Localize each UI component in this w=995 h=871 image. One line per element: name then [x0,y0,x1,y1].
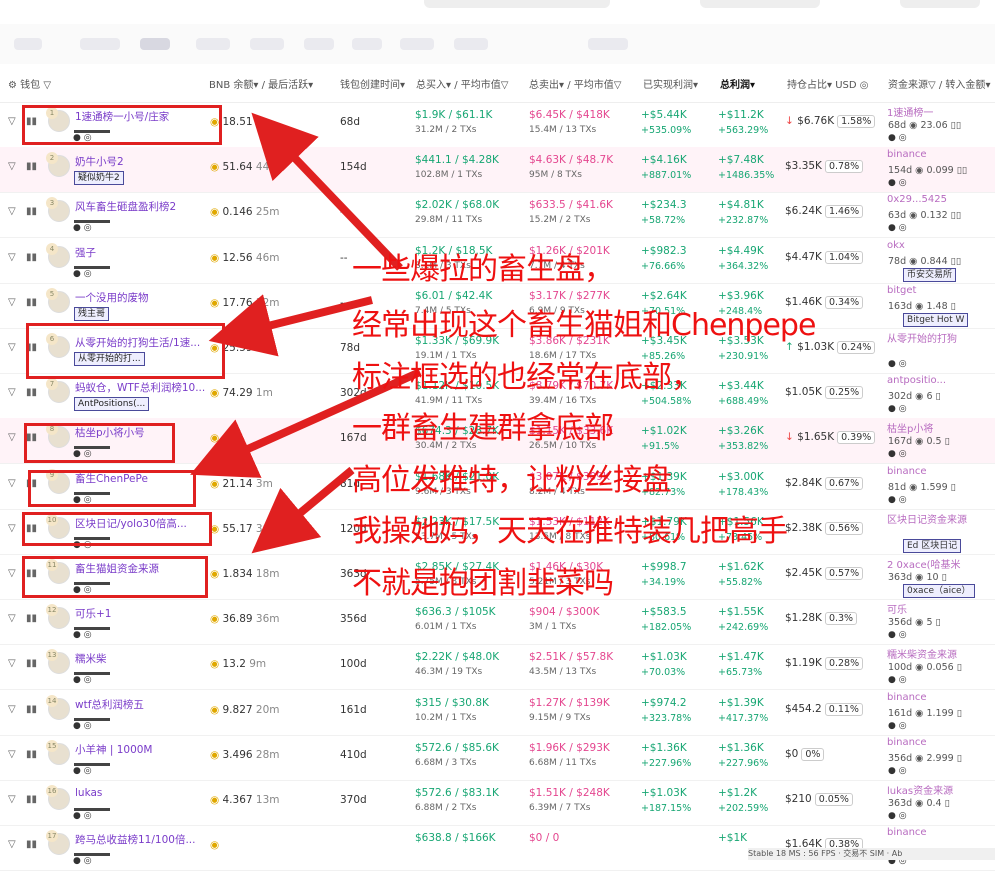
highlight-box-5 [22,512,212,546]
overlay-line-7: 不就是抱团割韭菜吗 [352,566,614,601]
overlay-line-6: 我操她妈，天天在推特装几把高手 [352,514,788,549]
status-bar: Stable 18 MS : 56 FPS · 交易不 SIM · Ab [748,848,995,860]
overlay-line-3: 标注框选的也经常在底部， [352,360,701,395]
overlay-line-4: 一群畜生建群拿底部 [352,411,614,446]
highlight-box-3 [24,423,175,463]
highlight-box-2 [26,323,225,379]
arrow-4 [251,466,355,554]
highlight-box-4 [28,470,196,507]
overlay-line-2: 经常出现这个畜生猫姐和Chenpepe [352,308,816,343]
overlay-line-5: 高位发推特，让粉丝接盘 [352,463,672,498]
highlight-box-1 [22,105,222,145]
overlay-line-1: 一些爆拉的畜生盘， [352,252,614,287]
highlight-box-6 [22,556,208,598]
arrow-2 [208,294,373,357]
status-text: Stable 18 MS : 56 FPS · 交易不 SIM · Ab [748,849,903,858]
